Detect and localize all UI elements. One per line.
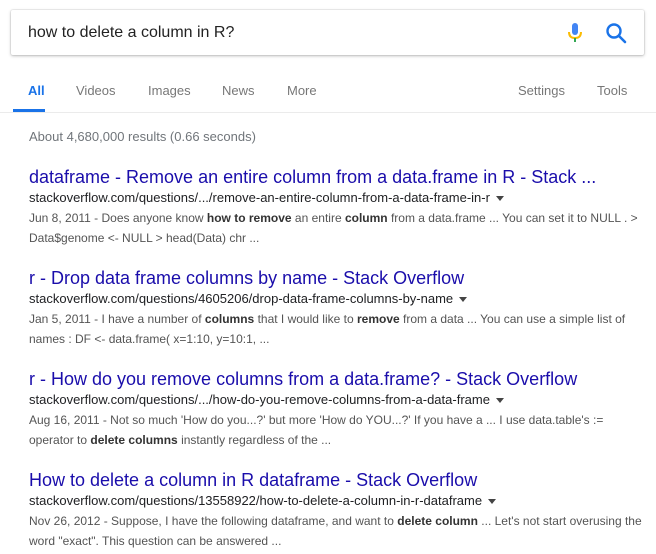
search-input[interactable]: [28, 10, 548, 55]
tabs-divider: [0, 112, 656, 113]
snippet-text: - Suppose, I have the following datafram…: [29, 514, 642, 548]
caret-down-icon[interactable]: [495, 398, 504, 404]
snippet-highlight: columns: [204, 312, 255, 326]
search-result: dataframe - Remove an entire column from…: [29, 166, 649, 248]
result-url: stackoverflow.com/questions/.../how-do-y…: [29, 391, 649, 409]
tab-images[interactable]: Images: [148, 83, 191, 98]
search-bar: [11, 10, 644, 55]
result-url-text: stackoverflow.com/questions/.../how-do-y…: [29, 392, 490, 407]
snippet-text: - Not so much 'How do you...?' but more …: [29, 413, 604, 447]
snippet-text: - I have a number of columns that I woul…: [29, 312, 626, 346]
result-title-link[interactable]: r - Drop data frame columns by name - St…: [29, 267, 649, 289]
snippet-highlight: delete column: [397, 514, 478, 528]
caret-down-icon[interactable]: [459, 297, 468, 303]
result-url: stackoverflow.com/questions/.../remove-a…: [29, 189, 649, 207]
search-tabs: All Videos Images News More Settings Too…: [0, 72, 656, 112]
result-date: Aug 16, 2011: [29, 413, 100, 427]
result-date: Nov 26, 2012: [29, 514, 101, 528]
result-snippet: Jan 5, 2011 - I have a number of columns…: [29, 309, 649, 349]
tab-news[interactable]: News: [222, 83, 255, 98]
result-title-link[interactable]: dataframe - Remove an entire column from…: [29, 166, 649, 188]
tab-videos[interactable]: Videos: [76, 83, 116, 98]
snippet-highlight: column: [344, 211, 388, 225]
result-snippet: Aug 16, 2011 - Not so much 'How do you..…: [29, 410, 649, 450]
result-snippet: Nov 26, 2012 - Suppose, I have the follo…: [29, 511, 649, 551]
tab-settings[interactable]: Settings: [518, 83, 565, 98]
tab-tools[interactable]: Tools: [597, 83, 627, 98]
tab-more[interactable]: More: [287, 83, 317, 98]
result-url-text: stackoverflow.com/questions/13558922/how…: [29, 493, 483, 508]
mic-icon[interactable]: [566, 22, 584, 44]
search-result: r - How do you remove columns from a dat…: [29, 368, 649, 450]
result-title-link[interactable]: How to delete a column in R dataframe - …: [29, 469, 649, 491]
result-date: Jun 8, 2011: [29, 211, 91, 225]
result-url-text: stackoverflow.com/questions/4605206/drop…: [29, 291, 454, 306]
snippet-highlight: how to remove: [206, 211, 292, 225]
tab-all[interactable]: All: [28, 83, 45, 98]
snippet-text: - Does anyone know how to remove an enti…: [29, 211, 638, 245]
result-url: stackoverflow.com/questions/4605206/drop…: [29, 290, 649, 308]
search-result: How to delete a column in R dataframe - …: [29, 469, 649, 551]
snippet-highlight: remove: [356, 312, 400, 326]
caret-down-icon[interactable]: [488, 499, 497, 505]
result-url: stackoverflow.com/questions/13558922/how…: [29, 492, 649, 510]
result-title-link[interactable]: r - How do you remove columns from a dat…: [29, 368, 649, 390]
caret-down-icon[interactable]: [495, 196, 504, 202]
snippet-highlight: delete columns: [90, 433, 178, 447]
result-snippet: Jun 8, 2011 - Does anyone know how to re…: [29, 208, 649, 248]
result-date: Jan 5, 2011: [29, 312, 91, 326]
result-stats: About 4,680,000 results (0.66 seconds): [29, 129, 256, 144]
search-icon[interactable]: [605, 22, 627, 44]
search-result: r - Drop data frame columns by name - St…: [29, 267, 649, 349]
result-url-text: stackoverflow.com/questions/.../remove-a…: [29, 190, 490, 205]
